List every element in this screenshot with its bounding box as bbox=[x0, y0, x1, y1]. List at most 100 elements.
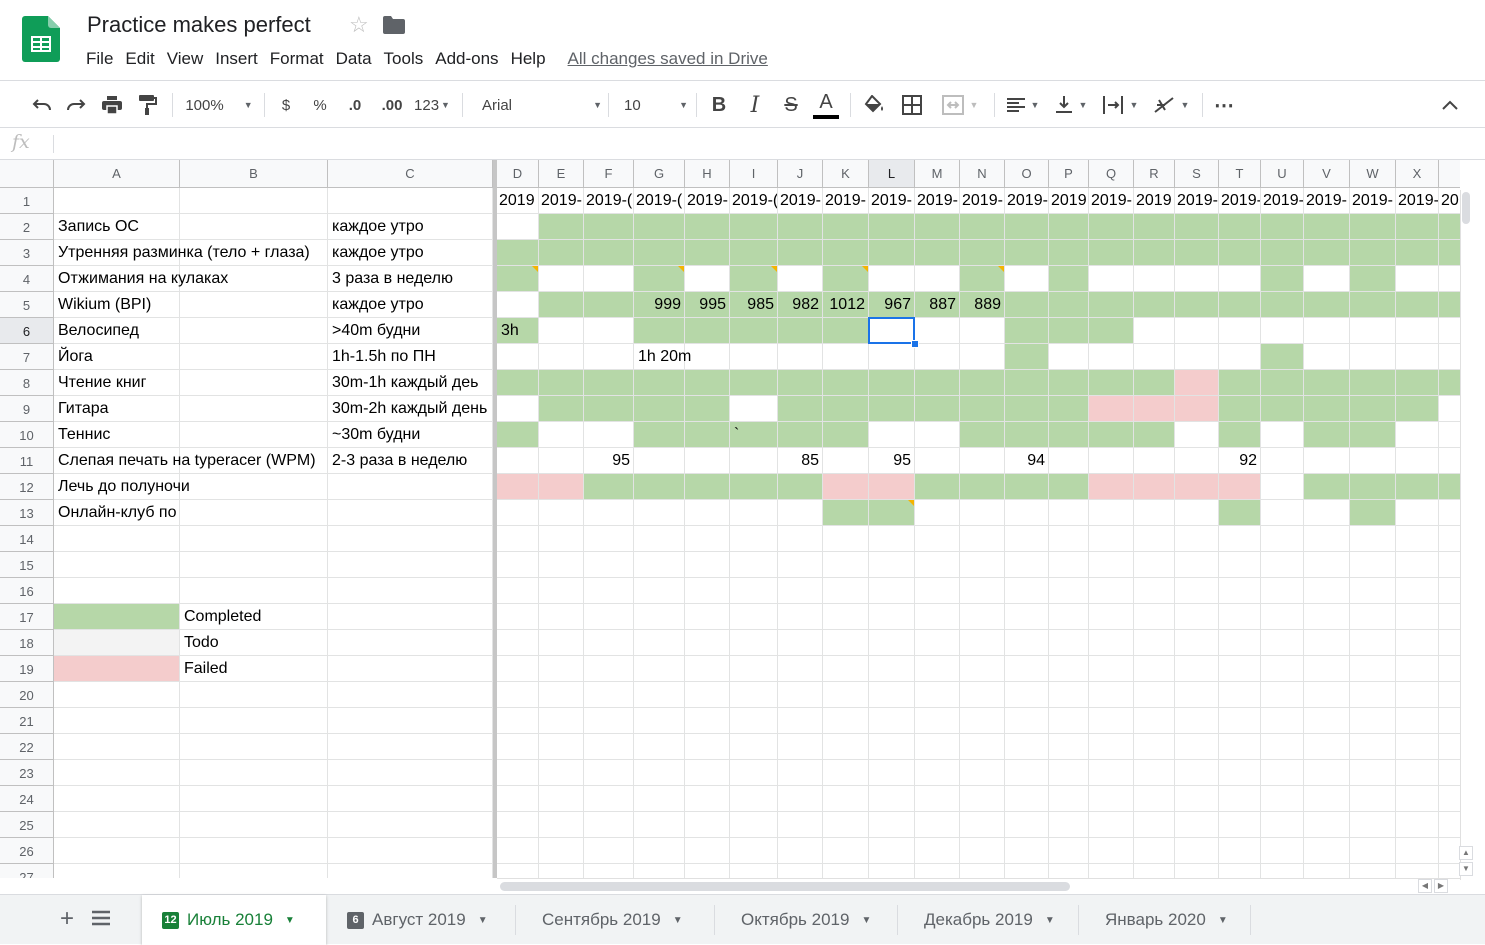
cell[interactable] bbox=[584, 812, 634, 838]
status-cell[interactable] bbox=[778, 370, 823, 396]
cell[interactable] bbox=[1134, 708, 1175, 734]
status-cell[interactable] bbox=[960, 214, 1005, 240]
cell[interactable] bbox=[778, 734, 823, 760]
cell[interactable] bbox=[1089, 734, 1134, 760]
cell[interactable] bbox=[539, 266, 584, 292]
habit-name[interactable]: Запись ОС bbox=[54, 214, 180, 240]
cell[interactable] bbox=[328, 812, 493, 838]
cell[interactable] bbox=[584, 578, 634, 604]
cell[interactable] bbox=[730, 760, 778, 786]
cell[interactable] bbox=[1219, 734, 1261, 760]
status-cell[interactable] bbox=[1304, 240, 1350, 266]
cell[interactable] bbox=[1175, 760, 1219, 786]
cell[interactable] bbox=[54, 864, 180, 878]
habit-schedule[interactable]: 30m-2h каждый день bbox=[328, 396, 493, 422]
habit-schedule[interactable]: 2-3 раза в неделю bbox=[328, 448, 493, 474]
cell[interactable] bbox=[539, 656, 584, 682]
status-cell[interactable] bbox=[634, 396, 685, 422]
cell[interactable] bbox=[1350, 786, 1396, 812]
status-cell[interactable] bbox=[1439, 214, 1460, 240]
status-cell[interactable] bbox=[823, 370, 869, 396]
habit-schedule[interactable]: ~30m будни bbox=[328, 422, 493, 448]
cell[interactable] bbox=[634, 448, 685, 474]
status-cell[interactable] bbox=[497, 422, 539, 448]
cell[interactable] bbox=[1219, 708, 1261, 734]
cell[interactable] bbox=[685, 838, 730, 864]
cell[interactable] bbox=[1350, 656, 1396, 682]
status-cell[interactable] bbox=[685, 370, 730, 396]
cell[interactable] bbox=[328, 864, 493, 878]
cell[interactable] bbox=[685, 760, 730, 786]
cell[interactable] bbox=[54, 682, 180, 708]
cell[interactable] bbox=[54, 526, 180, 552]
cell[interactable] bbox=[1396, 266, 1439, 292]
cell[interactable] bbox=[1089, 812, 1134, 838]
cell[interactable] bbox=[328, 526, 493, 552]
cell[interactable] bbox=[584, 422, 634, 448]
cell[interactable] bbox=[497, 682, 539, 708]
cell[interactable] bbox=[1134, 630, 1175, 656]
cell[interactable] bbox=[584, 786, 634, 812]
cell[interactable] bbox=[915, 864, 960, 878]
cell[interactable] bbox=[915, 734, 960, 760]
cell[interactable] bbox=[584, 318, 634, 344]
habit-schedule[interactable]: каждое утро bbox=[328, 240, 493, 266]
cell[interactable] bbox=[539, 630, 584, 656]
status-cell[interactable] bbox=[915, 370, 960, 396]
column-header-l[interactable]: L bbox=[869, 160, 915, 188]
cell[interactable] bbox=[1089, 526, 1134, 552]
cell[interactable] bbox=[584, 864, 634, 878]
tab-menu-icon[interactable]: ▼ bbox=[673, 915, 683, 926]
cell[interactable] bbox=[1304, 760, 1350, 786]
star-icon[interactable]: ☆ bbox=[349, 12, 369, 38]
sheet-tab[interactable]: Декабрь 2019 ▼ bbox=[897, 895, 1078, 945]
row-header-18[interactable]: 18 bbox=[0, 630, 54, 656]
horizontal-scrollbar-thumb[interactable] bbox=[500, 882, 1070, 891]
cell[interactable] bbox=[1134, 864, 1175, 878]
cell[interactable] bbox=[1219, 656, 1261, 682]
tab-menu-icon[interactable]: ▼ bbox=[1218, 915, 1228, 926]
cell[interactable] bbox=[1261, 604, 1304, 630]
column-header-u[interactable]: U bbox=[1261, 160, 1304, 188]
cell[interactable] bbox=[180, 370, 328, 396]
cell[interactable] bbox=[180, 422, 328, 448]
cell[interactable] bbox=[1089, 708, 1134, 734]
column-header-v[interactable]: V bbox=[1304, 160, 1350, 188]
cell[interactable] bbox=[1089, 578, 1134, 604]
value-cell[interactable]: 85 bbox=[778, 448, 823, 474]
cell[interactable] bbox=[823, 682, 869, 708]
cell[interactable] bbox=[915, 422, 960, 448]
row-header-22[interactable]: 22 bbox=[0, 734, 54, 760]
status-cell[interactable] bbox=[1396, 396, 1439, 422]
menu-file[interactable]: File bbox=[80, 48, 119, 72]
cell[interactable] bbox=[1175, 318, 1219, 344]
status-cell[interactable] bbox=[823, 318, 869, 344]
cell[interactable] bbox=[1439, 344, 1460, 370]
cell[interactable] bbox=[328, 656, 493, 682]
cell[interactable] bbox=[1350, 734, 1396, 760]
cell[interactable] bbox=[54, 734, 180, 760]
column-header-a[interactable]: A bbox=[54, 160, 180, 188]
freeze-divider[interactable] bbox=[493, 160, 497, 878]
value-cell[interactable]: 967 bbox=[869, 292, 915, 318]
cell[interactable] bbox=[1396, 838, 1439, 864]
cell[interactable] bbox=[54, 760, 180, 786]
cell[interactable] bbox=[730, 396, 778, 422]
cell[interactable] bbox=[685, 266, 730, 292]
cell[interactable] bbox=[1304, 500, 1350, 526]
cell[interactable] bbox=[1219, 344, 1261, 370]
cell[interactable] bbox=[1049, 708, 1089, 734]
cell[interactable] bbox=[1134, 812, 1175, 838]
cell[interactable] bbox=[180, 838, 328, 864]
italic-button[interactable]: I bbox=[742, 81, 768, 129]
cell[interactable] bbox=[915, 552, 960, 578]
tab-menu-icon[interactable]: ▼ bbox=[1045, 915, 1055, 926]
cell[interactable] bbox=[778, 604, 823, 630]
cell[interactable] bbox=[1261, 656, 1304, 682]
status-cell[interactable] bbox=[1261, 370, 1304, 396]
habit-name[interactable]: Велосипед bbox=[54, 318, 180, 344]
status-cell[interactable] bbox=[1219, 422, 1261, 448]
status-cell[interactable] bbox=[1175, 214, 1219, 240]
status-cell[interactable] bbox=[778, 474, 823, 500]
status-cell[interactable] bbox=[1350, 474, 1396, 500]
